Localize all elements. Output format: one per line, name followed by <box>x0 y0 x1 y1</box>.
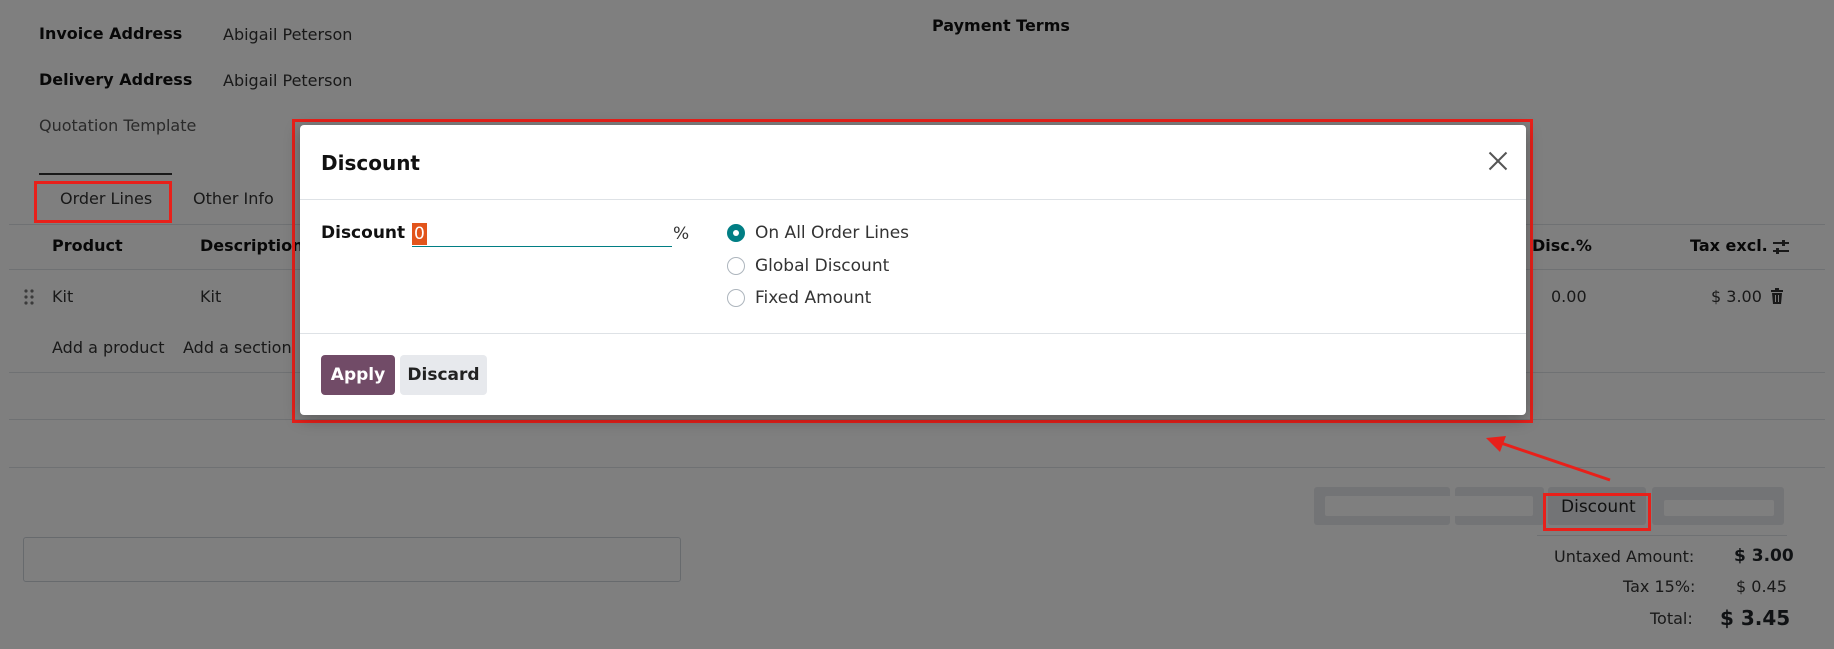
percent-sign: % <box>673 224 690 244</box>
radio-fixed-amount[interactable] <box>727 289 745 307</box>
dialog-header-divider <box>300 199 1526 200</box>
discount-input[interactable] <box>412 221 672 247</box>
discount-dialog: Discount Discount 0 % On All Order Lines… <box>300 125 1526 415</box>
highlight-discount-button <box>1543 493 1651 531</box>
radio-global-discount[interactable] <box>727 257 745 275</box>
apply-button[interactable]: Apply <box>321 355 395 395</box>
close-icon[interactable] <box>1484 147 1512 175</box>
radio-label-on-all-order-lines[interactable]: On All Order Lines <box>755 223 909 243</box>
discount-input-selection: 0 <box>412 223 427 245</box>
radio-label-fixed-amount[interactable]: Fixed Amount <box>755 288 871 308</box>
dialog-footer-divider <box>300 333 1526 334</box>
radio-on-all-order-lines[interactable] <box>727 224 745 242</box>
highlight-order-lines-tab <box>34 181 172 223</box>
dialog-title: Discount <box>321 151 420 175</box>
discount-field-label: Discount <box>321 223 406 243</box>
radio-label-global-discount[interactable]: Global Discount <box>755 256 889 276</box>
annotation-arrow-icon <box>1486 436 1611 482</box>
discard-button[interactable]: Discard <box>400 355 487 395</box>
